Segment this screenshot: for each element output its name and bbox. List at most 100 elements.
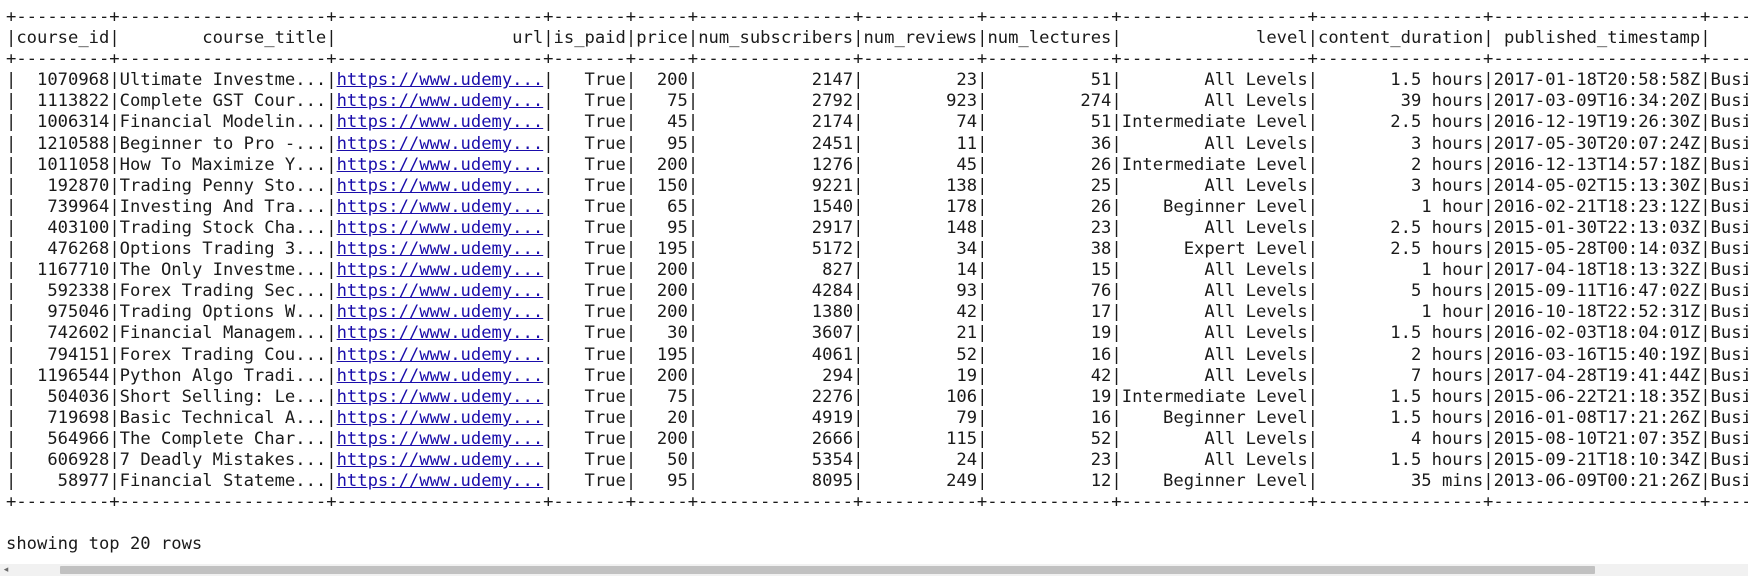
cell-level: Intermediate Level [1121, 154, 1308, 175]
scrollbar-thumb[interactable] [60, 566, 1595, 574]
url-link[interactable]: https://www.udemy... [337, 112, 544, 132]
table-row: | 794151|Forex Trading Cou...|https://ww… [6, 345, 1748, 365]
cell-content-duration: 1 hour [1318, 196, 1484, 217]
table-row: | 504036|Short Selling: Le...|https://ww… [6, 387, 1748, 407]
cell-subject: Business Finance [1710, 471, 1748, 492]
cell-price: 20 [636, 407, 688, 428]
cell-level: All Levels [1121, 449, 1308, 470]
url-link[interactable]: https://www.udemy... [337, 134, 544, 154]
cell-content-duration: 1 hour [1318, 260, 1484, 281]
table-border: +---------+--------------------+--------… [6, 7, 1748, 27]
url-link[interactable]: https://www.udemy... [337, 471, 544, 491]
cell-num-lectures: 23 [987, 217, 1112, 238]
cell-num-subscribers: 4919 [698, 407, 854, 428]
cell-num-lectures: 19 [987, 323, 1112, 344]
url-link[interactable]: https://www.udemy... [337, 345, 544, 365]
cell-num-subscribers: 1540 [698, 196, 854, 217]
table-row: | 742602|Financial Managem...|https://ww… [6, 323, 1748, 343]
cell-published-timestamp: 2017-05-30T20:07:24Z [1493, 133, 1701, 154]
url-link[interactable]: https://www.udemy... [337, 218, 544, 238]
cell-is-paid: True [553, 428, 626, 449]
url-link[interactable]: https://www.udemy... [337, 366, 544, 386]
cell-num-subscribers: 1276 [698, 154, 854, 175]
url-link[interactable]: https://www.udemy... [337, 155, 544, 175]
cell-num-reviews: 45 [863, 154, 978, 175]
url-link[interactable]: https://www.udemy... [337, 197, 544, 217]
cell-course-title: Financial Stateme... [119, 471, 327, 492]
table-row: | 1196544|Python Algo Tradi...|https://w… [6, 366, 1748, 386]
cell-published-timestamp: 2016-02-03T18:04:01Z [1493, 323, 1701, 344]
cell-published-timestamp: 2015-05-28T00:14:03Z [1493, 239, 1701, 260]
cell-subject: Business Finance [1710, 239, 1748, 260]
cell-published-timestamp: 2014-05-02T15:13:30Z [1493, 175, 1701, 196]
cell-subject: Business Finance [1710, 323, 1748, 344]
cell-course-title: Ultimate Investme... [119, 70, 327, 91]
cell-num-subscribers: 2174 [698, 112, 854, 133]
horizontal-scrollbar[interactable]: ◂ [0, 564, 1748, 576]
cell-num-subscribers: 4284 [698, 281, 854, 302]
cell-content-duration: 3 hours [1318, 133, 1484, 154]
cell-published-timestamp: 2013-06-09T00:21:26Z [1493, 471, 1701, 492]
cell-num-lectures: 51 [987, 70, 1112, 91]
cell-num-lectures: 19 [987, 386, 1112, 407]
url-link[interactable]: https://www.udemy... [337, 70, 544, 90]
cell-num-reviews: 19 [863, 365, 978, 386]
cell-course-title: Beginner to Pro -... [119, 133, 327, 154]
cell-content-duration: 39 hours [1318, 91, 1484, 112]
cell-subject: Business Finance [1710, 386, 1748, 407]
cell-price: 65 [636, 196, 688, 217]
table-row: | 719698|Basic Technical A...|https://ww… [6, 408, 1748, 428]
cell-course-title: How To Maximize Y... [119, 154, 327, 175]
scroll-left-arrow-icon[interactable]: ◂ [0, 564, 12, 576]
cell-level: All Levels [1121, 91, 1308, 112]
cell-num-lectures: 51 [987, 112, 1112, 133]
url-link[interactable]: https://www.udemy... [337, 323, 544, 343]
table-row: | 476268|Options Trading 3...|https://ww… [6, 239, 1748, 259]
cell-course-title: Trading Stock Cha... [119, 217, 327, 238]
cell-course-title: Python Algo Tradi... [119, 365, 327, 386]
url-link[interactable]: https://www.udemy... [337, 302, 544, 322]
cell-course-title: The Only Investme... [119, 260, 327, 281]
column-header-url: url [336, 28, 544, 49]
cell-num-lectures: 52 [987, 428, 1112, 449]
cell-content-duration: 2 hours [1318, 154, 1484, 175]
url-link[interactable]: https://www.udemy... [337, 450, 544, 470]
cell-subject: Business Finance [1710, 217, 1748, 238]
cell-is-paid: True [553, 323, 626, 344]
cell-num-subscribers: 5172 [698, 239, 854, 260]
cell-level: All Levels [1121, 260, 1308, 281]
url-link[interactable]: https://www.udemy... [337, 281, 544, 301]
cell-content-duration: 1.5 hours [1318, 407, 1484, 428]
url-link[interactable]: https://www.udemy... [337, 387, 544, 407]
cell-course-title: Financial Managem... [119, 323, 327, 344]
dataframe-show-output: +---------+--------------------+--------… [0, 0, 1748, 555]
cell-course-id: 58977 [16, 471, 110, 492]
url-link[interactable]: https://www.udemy... [337, 429, 544, 449]
cell-subject: Business Finance [1710, 91, 1748, 112]
cell-level: All Levels [1121, 133, 1308, 154]
cell-num-lectures: 25 [987, 175, 1112, 196]
cell-is-paid: True [553, 239, 626, 260]
url-link[interactable]: https://www.udemy... [337, 260, 544, 280]
cell-price: 50 [636, 449, 688, 470]
cell-subject: Business Finance [1710, 449, 1748, 470]
cell-published-timestamp: 2015-08-10T21:07:35Z [1493, 428, 1701, 449]
cell-course-id: 476268 [16, 239, 110, 260]
cell-num-reviews: 23 [863, 70, 978, 91]
url-link[interactable]: https://www.udemy... [337, 176, 544, 196]
table-row: | 403100|Trading Stock Cha...|https://ww… [6, 218, 1748, 238]
cell-published-timestamp: 2016-03-16T15:40:19Z [1493, 344, 1701, 365]
table-row: | 192870|Trading Penny Sto...|https://ww… [6, 176, 1748, 196]
url-link[interactable]: https://www.udemy... [337, 408, 544, 428]
cell-subject: Business Finance [1710, 175, 1748, 196]
table-row: | 1006314|Financial Modelin...|https://w… [6, 112, 1748, 132]
cell-subject: Business Finance [1710, 344, 1748, 365]
cell-content-duration: 35 mins [1318, 471, 1484, 492]
cell-published-timestamp: 2017-01-18T20:58:58Z [1493, 70, 1701, 91]
cell-level: All Levels [1121, 428, 1308, 449]
cell-subject: Business Finance [1710, 281, 1748, 302]
url-link[interactable]: https://www.udemy... [337, 91, 544, 111]
cell-course-id: 742602 [16, 323, 110, 344]
cell-subject: Business Finance [1710, 154, 1748, 175]
url-link[interactable]: https://www.udemy... [337, 239, 544, 259]
